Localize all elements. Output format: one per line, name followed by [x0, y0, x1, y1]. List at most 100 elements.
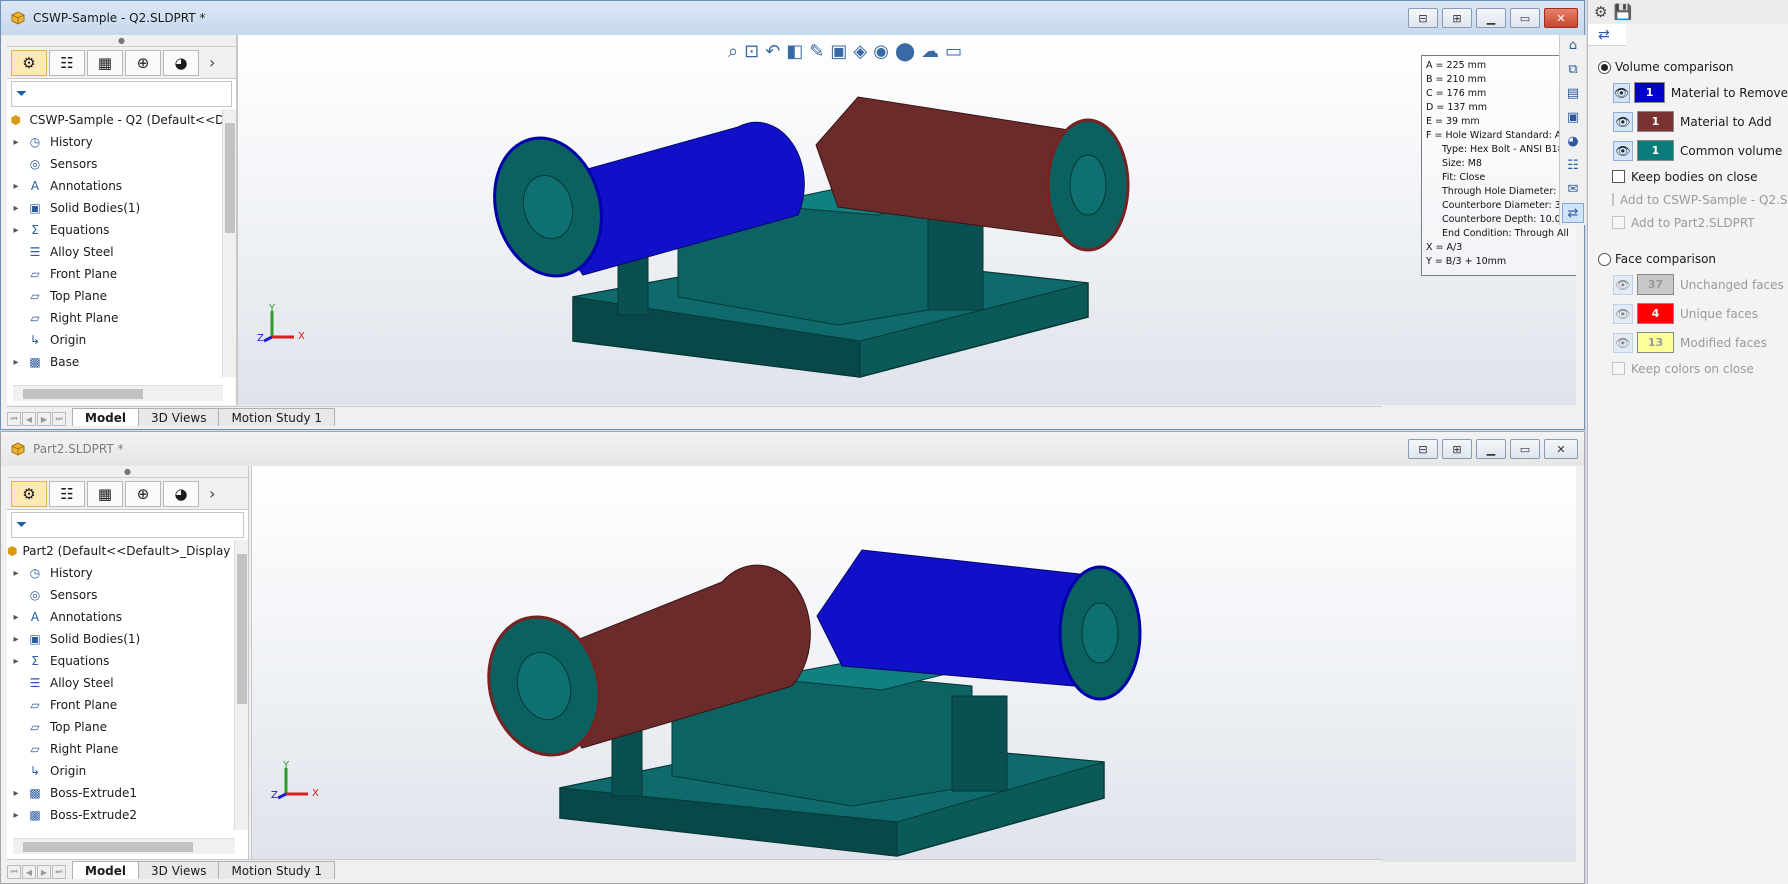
eye-icon[interactable]: 👁: [1613, 274, 1633, 295]
tree-item-boss-extrude1[interactable]: ▸ ▩ Boss-Extrude1: [7, 782, 248, 804]
featuremanager-tab-icon[interactable]: ⚙: [11, 480, 47, 507]
expand-arrow-icon[interactable]: ▸: [7, 203, 25, 214]
expand-arrow-icon[interactable]: ▸: [7, 788, 25, 799]
add-to-first-checkbox[interactable]: [1612, 193, 1614, 206]
add-to-first-option[interactable]: Add to CSWP-Sample - Q2.SLDPRT: [1588, 188, 1788, 211]
panel-grip[interactable]: ●: [7, 466, 248, 478]
tree-item-rib[interactable]: ▸▩"Rib": [7, 373, 236, 377]
minimize-button[interactable]: ▁: [1476, 8, 1506, 28]
tree-item-top-plane[interactable]: ▱ Top Plane: [7, 285, 236, 307]
tree-item-sensors[interactable]: ◎ Sensors: [7, 584, 248, 606]
tree-root[interactable]: ⬢ Part2 (Default<<Default>_Display Sta: [7, 540, 248, 562]
eye-icon[interactable]: 👁: [1613, 82, 1631, 103]
filter-icon[interactable]: ⏷: [11, 81, 232, 107]
add-to-second-checkbox[interactable]: [1612, 216, 1625, 229]
volume-comparison-option[interactable]: Volume comparison: [1588, 56, 1788, 78]
propertymanager-tab-icon[interactable]: ☷: [49, 49, 85, 76]
keep-bodies-checkbox[interactable]: [1612, 170, 1625, 183]
prev-tab-icon[interactable]: ◀: [22, 865, 36, 879]
tab-3d-views[interactable]: 3D Views: [138, 408, 220, 426]
tree-item-front-plane[interactable]: ▱ Front Plane: [7, 263, 236, 285]
expand-arrow-icon[interactable]: ▸: [7, 137, 25, 148]
first-tab-icon[interactable]: ⏮: [7, 865, 21, 879]
tree-item-equations[interactable]: ▸ Σ Equations: [7, 219, 236, 241]
bottom-model-render[interactable]: [252, 466, 1576, 862]
forum-icon[interactable]: ✉: [1562, 179, 1584, 199]
tile-horizontal-button[interactable]: ⊟: [1408, 8, 1438, 28]
face-comparison-option[interactable]: Face comparison: [1588, 248, 1788, 270]
compare-tab-icon[interactable]: ⇄: [1588, 24, 1626, 46]
color-swatch[interactable]: 1: [1637, 140, 1674, 161]
expand-arrow-icon[interactable]: ▸: [7, 357, 25, 368]
tree-item-annotations[interactable]: ▸ A Annotations: [7, 175, 236, 197]
prev-tab-icon[interactable]: ◀: [22, 412, 36, 426]
top-window-titlebar[interactable]: CSWP-Sample - Q2.SLDPRT * ⊟ ⊞ ▁ ▭ ✕: [1, 1, 1584, 35]
volume-comparison-radio[interactable]: [1598, 60, 1611, 74]
expand-arrow-icon[interactable]: ▸: [7, 568, 25, 579]
color-swatch[interactable]: 37: [1637, 274, 1674, 295]
tab-model[interactable]: Model: [72, 861, 140, 879]
close-button[interactable]: ✕: [1544, 8, 1578, 28]
view-palette-icon[interactable]: ▣: [1562, 107, 1584, 127]
tree-horizontal-scrollbar[interactable]: [13, 385, 223, 401]
expand-arrow-icon[interactable]: ▸: [7, 656, 25, 667]
tab-motion-study[interactable]: Motion Study 1: [218, 408, 336, 426]
display-manager-tab-icon[interactable]: ◕: [163, 49, 199, 76]
keep-colors-checkbox[interactable]: [1612, 362, 1625, 375]
configurationmanager-tab-icon[interactable]: ▦: [87, 49, 123, 76]
add-to-second-option[interactable]: Add to Part2.SLDPRT: [1588, 211, 1788, 234]
tree-item-front-plane[interactable]: ▱ Front Plane: [7, 694, 248, 716]
maximize-button[interactable]: ▭: [1510, 8, 1540, 28]
expand-arrow-icon[interactable]: ▸: [7, 810, 25, 821]
close-button[interactable]: ✕: [1544, 439, 1578, 459]
eye-icon[interactable]: 👁: [1613, 111, 1633, 132]
next-tab-icon[interactable]: ▶: [37, 412, 51, 426]
color-swatch[interactable]: 4: [1637, 303, 1674, 324]
custom-properties-icon[interactable]: ☷: [1562, 155, 1584, 175]
configurationmanager-tab-icon[interactable]: ▦: [87, 480, 123, 507]
scroll-thumb[interactable]: [23, 842, 193, 852]
color-swatch[interactable]: 13: [1637, 332, 1674, 353]
eye-icon[interactable]: 👁: [1613, 303, 1633, 324]
tree-root[interactable]: ⬢ CSWP-Sample - Q2 (Default<<Def: [7, 109, 237, 131]
expand-arrow-icon[interactable]: ▸: [7, 612, 25, 623]
tree-vertical-scrollbar[interactable]: [234, 540, 248, 830]
compare-icon[interactable]: ⇄: [1562, 203, 1584, 223]
filter-icon[interactable]: ⏷: [11, 512, 244, 538]
tile-vertical-button[interactable]: ⊞: [1442, 8, 1472, 28]
display-manager-tab-icon[interactable]: ◕: [163, 480, 199, 507]
top-model-render[interactable]: [238, 35, 1576, 405]
scroll-thumb[interactable]: [225, 123, 235, 233]
color-swatch[interactable]: 1: [1637, 111, 1674, 132]
chevron-right-icon[interactable]: ›: [209, 484, 215, 503]
color-swatch[interactable]: 1: [1634, 82, 1665, 103]
keep-bodies-option[interactable]: Keep bodies on close: [1588, 165, 1788, 188]
keep-colors-option[interactable]: Keep colors on close: [1588, 357, 1788, 380]
appearances-icon[interactable]: ◕: [1562, 131, 1584, 151]
save-icon[interactable]: 💾: [1613, 3, 1632, 21]
tree-item-solid-bodies-1[interactable]: ▸ ▣ Solid Bodies(1): [7, 628, 248, 650]
file-explorer-icon[interactable]: ▤: [1562, 83, 1584, 103]
tree-item-right-plane[interactable]: ▱ Right Plane: [7, 307, 236, 329]
tree-item-sensors[interactable]: ◎ Sensors: [7, 153, 236, 175]
bottom-window-titlebar[interactable]: Part2.SLDPRT * ⊟ ⊞ ▁ ▭ ✕: [1, 432, 1584, 466]
last-tab-icon[interactable]: ⏭: [52, 865, 66, 879]
next-tab-icon[interactable]: ▶: [37, 865, 51, 879]
dimxpert-tab-icon[interactable]: ⊕: [125, 480, 161, 507]
tree-item-origin[interactable]: ↳ Origin: [7, 329, 236, 351]
panel-grip[interactable]: ●: [7, 35, 236, 47]
minimize-button[interactable]: ▁: [1476, 439, 1506, 459]
featuremanager-tab-icon[interactable]: ⚙: [11, 49, 47, 76]
propertymanager-tab-icon[interactable]: ☷: [49, 480, 85, 507]
gear-icon[interactable]: ⚙: [1594, 3, 1607, 21]
scroll-thumb[interactable]: [23, 389, 143, 399]
dimxpert-tab-icon[interactable]: ⊕: [125, 49, 161, 76]
eye-icon[interactable]: 👁: [1613, 332, 1633, 353]
face-comparison-radio[interactable]: [1598, 252, 1611, 266]
home-icon[interactable]: ⌂: [1562, 35, 1584, 55]
tree-item-base[interactable]: ▸ ▩ Base: [7, 351, 236, 373]
tree-item-top-plane[interactable]: ▱ Top Plane: [7, 716, 248, 738]
maximize-button[interactable]: ▭: [1510, 439, 1540, 459]
tree-vertical-scrollbar[interactable]: [222, 109, 236, 377]
tree-item-solid-bodies-1[interactable]: ▸ ▣ Solid Bodies(1): [7, 197, 236, 219]
